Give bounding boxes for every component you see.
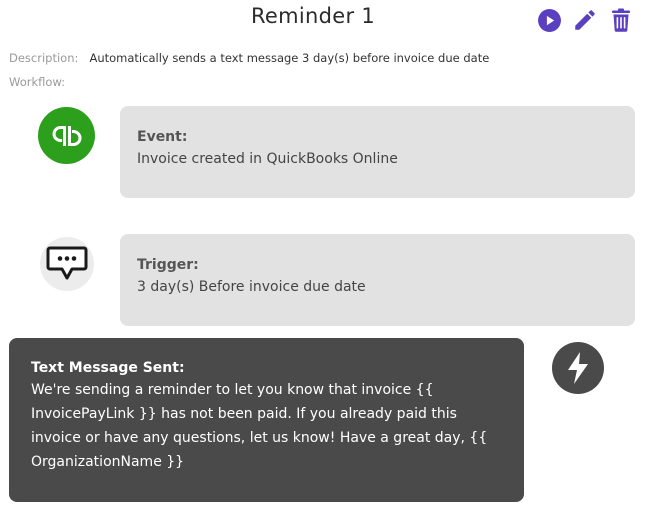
lightning-bolt-icon (552, 342, 604, 394)
quickbooks-logo-icon (38, 107, 95, 164)
trigger-text: 3 day(s) Before invoice due date (137, 279, 366, 295)
edit-button[interactable] (572, 7, 598, 33)
play-circle-icon (537, 8, 561, 32)
trigger-card[interactable]: Trigger: 3 day(s) Before invoice due dat… (120, 234, 635, 326)
description-label: Description: (9, 51, 79, 65)
description-row: Description: Automatically sends a text … (9, 47, 489, 66)
text-message-card[interactable]: Text Message Sent: We're sending a remin… (9, 338, 524, 502)
event-card[interactable]: Event: Invoice created in QuickBooks Onl… (120, 106, 635, 198)
event-text: Invoice created in QuickBooks Online (137, 151, 398, 167)
trigger-label: Trigger: (137, 257, 199, 273)
event-label: Event: (137, 129, 188, 145)
text-message-body: We're sending a reminder to let you know… (31, 382, 488, 470)
workflow-label: Workflow: (9, 75, 66, 89)
text-message-label: Text Message Sent: (31, 360, 185, 376)
workflow-row: Workflow: (9, 71, 65, 90)
chat-bubble-icon (40, 237, 94, 291)
page-title: Reminder 1 (250, 4, 376, 28)
run-button[interactable] (536, 7, 562, 33)
delete-button[interactable] (608, 7, 634, 33)
pencil-icon (575, 10, 595, 30)
trash-icon (612, 8, 630, 32)
header-actions (536, 7, 634, 33)
description-value: Automatically sends a text message 3 day… (89, 51, 490, 65)
